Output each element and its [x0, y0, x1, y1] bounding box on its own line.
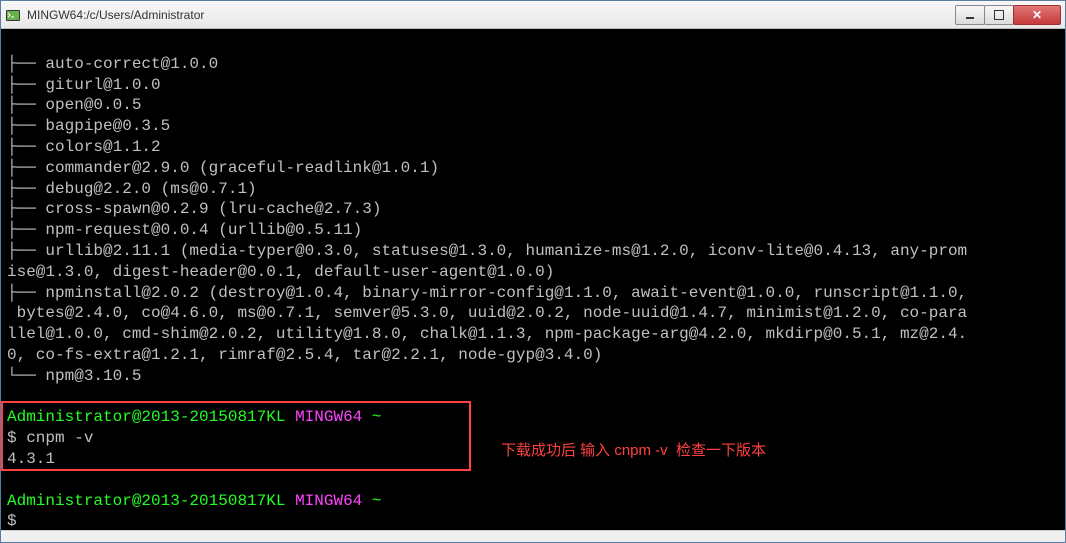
mingw-terminal-window: MINGW64:/c/Users/Administrator ├── auto-… [0, 0, 1066, 543]
terminal-body[interactable]: ├── auto-correct@1.0.0 ├── giturl@1.0.0 … [1, 29, 1065, 530]
dep-line: ├── npminstall@2.0.2 (destroy@1.0.4, bin… [7, 284, 967, 364]
window-statusbar [1, 530, 1065, 542]
maximize-button[interactable] [984, 5, 1014, 25]
prompt-path: ~ [372, 492, 382, 510]
dep-line: ├── debug@2.2.0 (ms@0.7.1) [7, 180, 257, 198]
dep-line: ├── npm-request@0.0.4 (urllib@0.5.11) [7, 221, 362, 239]
dep-line: ├── open@0.0.5 [7, 96, 141, 114]
prompt-user-host: Administrator@2013-20150817KL [7, 408, 285, 426]
dep-line: ├── bagpipe@0.3.5 [7, 117, 170, 135]
dep-line: ├── colors@1.1.2 [7, 138, 161, 156]
minimize-button[interactable] [955, 5, 985, 25]
dep-line: ├── giturl@1.0.0 [7, 76, 161, 94]
window-title: MINGW64:/c/Users/Administrator [27, 8, 204, 22]
prompt-env: MINGW64 [295, 492, 362, 510]
app-icon [5, 7, 21, 23]
dep-line: └── npm@3.10.5 [7, 367, 141, 385]
prompt-env: MINGW64 [295, 408, 362, 426]
dep-line: ├── commander@2.9.0 (graceful-readlink@1… [7, 159, 439, 177]
command-input: cnpm -v [26, 429, 93, 447]
dep-line: ├── cross-spawn@0.2.9 (lru-cache@2.7.3) [7, 200, 381, 218]
annotation-text: 下载成功后 输入 cnpm -v 检查一下版本 [501, 441, 766, 461]
prompt-path: ~ [372, 408, 382, 426]
dep-line: ├── urllib@2.11.1 (media-typer@0.3.0, st… [7, 242, 967, 281]
dep-line: ├── auto-correct@1.0.0 [7, 55, 218, 73]
prompt-user-host: Administrator@2013-20150817KL [7, 492, 285, 510]
window-controls [956, 5, 1061, 25]
command-output: 4.3.1 [7, 450, 55, 468]
close-button[interactable] [1013, 5, 1061, 25]
window-titlebar[interactable]: MINGW64:/c/Users/Administrator [1, 1, 1065, 29]
titlebar-left: MINGW64:/c/Users/Administrator [5, 7, 204, 23]
